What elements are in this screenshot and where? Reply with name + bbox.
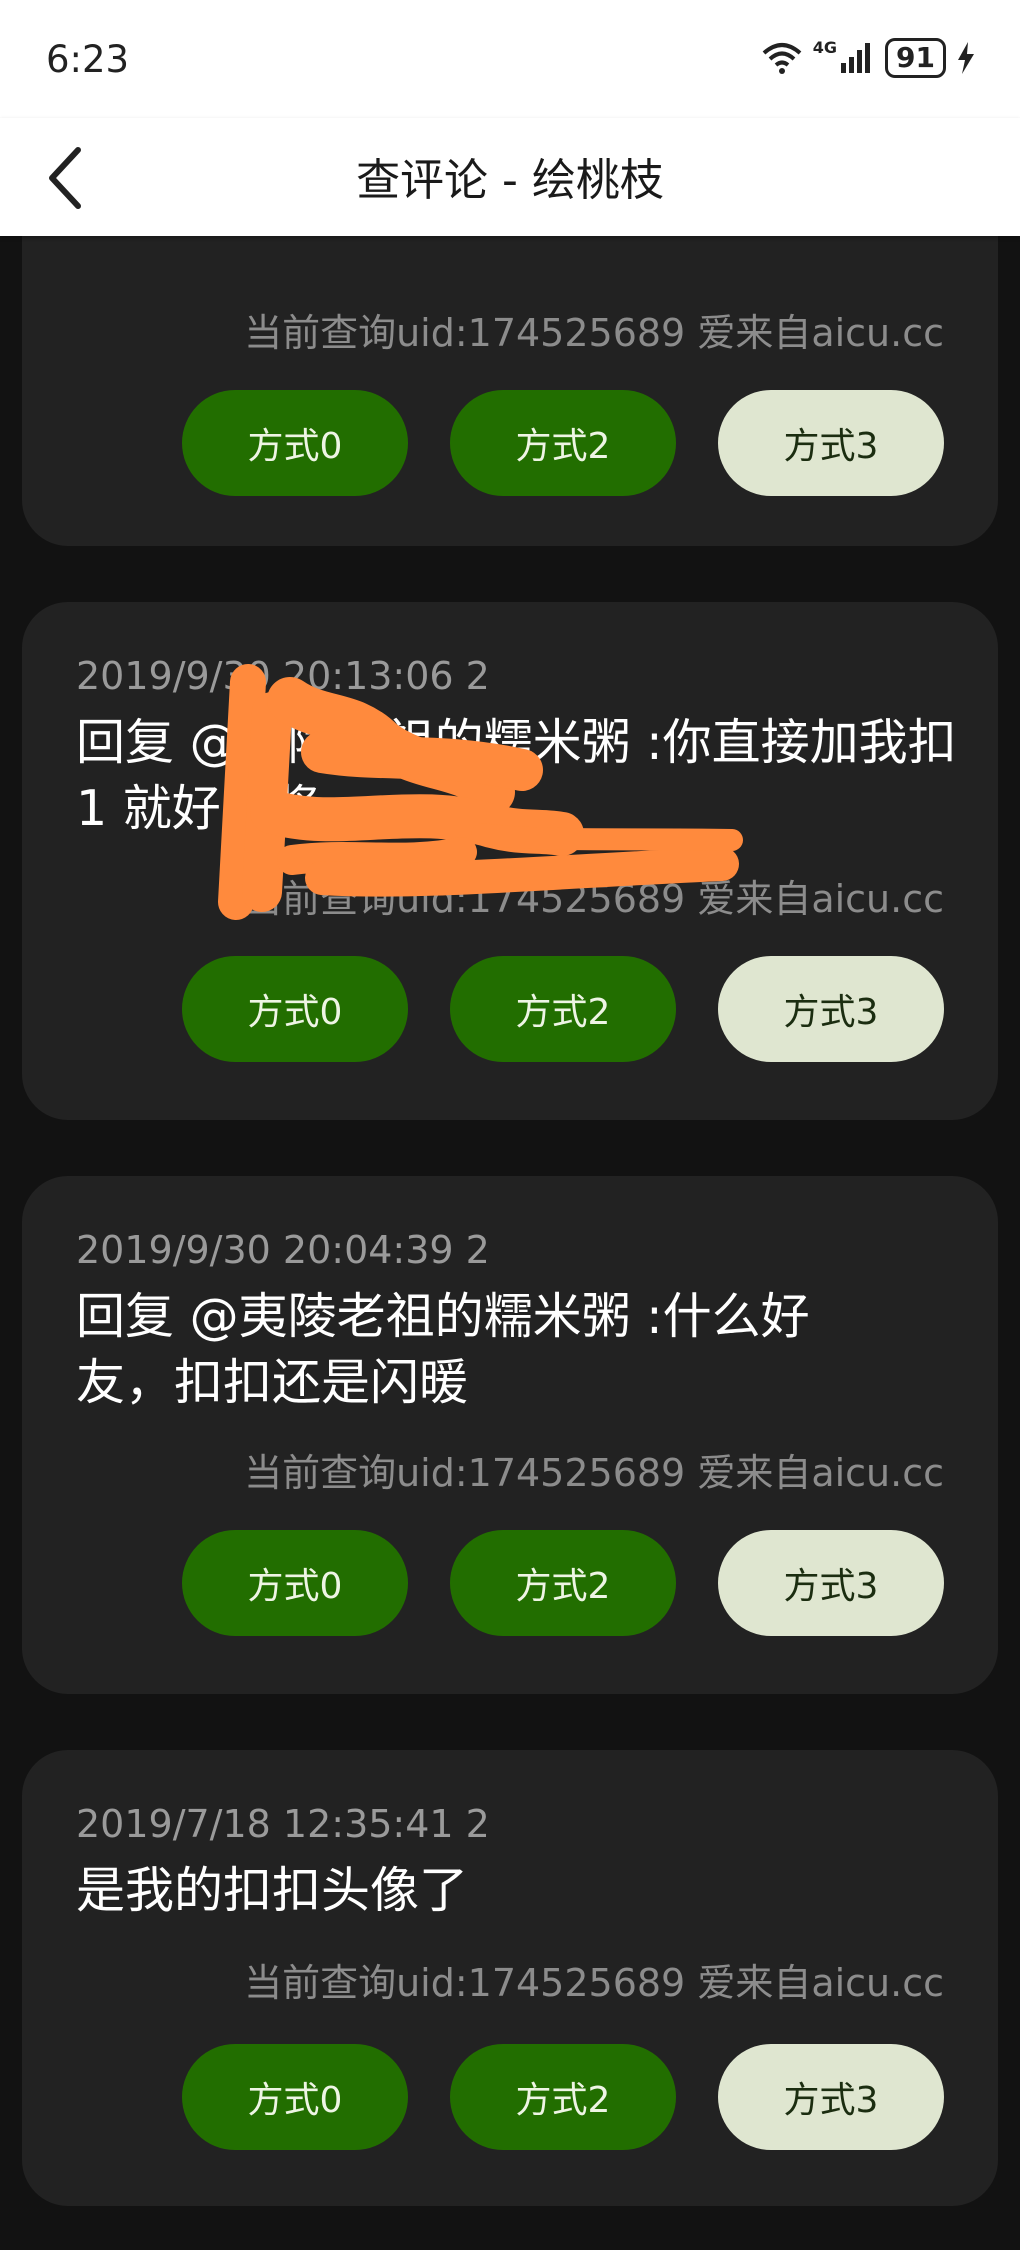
battery-indicator: 91 (885, 38, 946, 78)
comment-timestamp: 2019/9/30 20:13:06 2 (76, 654, 490, 698)
app-bar: 查评论 - 绘桃枝 (0, 118, 1020, 236)
charging-bolt-icon (958, 42, 974, 74)
comment-text: 是我的扣扣头像了 (76, 1862, 469, 1919)
method-0-button[interactable]: 方式0 (182, 1530, 408, 1636)
status-time: 6:23 (46, 38, 130, 81)
method-0-button[interactable]: 方式0 (182, 390, 408, 496)
method-0-button[interactable]: 方式0 (182, 2044, 408, 2150)
method-2-button[interactable]: 方式2 (450, 390, 676, 496)
method-3-button[interactable]: 方式3 (718, 1530, 944, 1636)
status-bar: 6:23 4G 91 (0, 0, 1020, 118)
cellular-signal-icon (841, 43, 871, 73)
method-2-button[interactable]: 方式2 (450, 956, 676, 1062)
wifi-icon (762, 43, 802, 74)
method-3-button[interactable]: 方式3 (718, 956, 944, 1062)
query-source-label: 当前查询uid:174525689 爱来自aicu.cc (244, 311, 944, 355)
comment-card: 2019/7/18 12:35:41 2 是我的扣扣头像了 当前查询uid:17… (22, 1750, 998, 2206)
query-source-label: 当前查询uid:174525689 爱来自aicu.cc (244, 1451, 944, 1495)
comment-text: 20，是我的记录 (76, 236, 966, 246)
network-type-label: 4G (812, 38, 838, 57)
status-icons: 4G 91 (761, 38, 976, 78)
method-3-button[interactable]: 方式3 (718, 2044, 944, 2150)
comment-text: 回复 @夷陵老祖的糯米粥 :什么好友，扣扣还是闪暖 (76, 1288, 810, 1411)
query-source-label: 当前查询uid:174525689 爱来自aicu.cc (244, 1961, 944, 2005)
comment-card: 2019/9/30 20:13:06 2 回复 @夷陵老祖的糯米粥 :你直接加我… (22, 602, 998, 1120)
comment-list[interactable]: 20，是我的记录 当前查询uid:174525689 爱来自aicu.cc 方式… (0, 236, 1020, 2250)
comment-card: 20，是我的记录 当前查询uid:174525689 爱来自aicu.cc 方式… (22, 236, 998, 546)
method-0-button[interactable]: 方式0 (182, 956, 408, 1062)
query-source-label: 当前查询uid:174525689 爱来自aicu.cc (244, 877, 944, 921)
comment-text: 回复 @夷陵老祖的糯米粥 :你直接加我扣1 就好了酱 (76, 714, 957, 837)
comment-timestamp: 2019/9/30 20:04:39 2 (76, 1228, 490, 1272)
method-2-button[interactable]: 方式2 (450, 2044, 676, 2150)
comment-card: 2019/9/30 20:04:39 2 回复 @夷陵老祖的糯米粥 :什么好友，… (22, 1176, 998, 1694)
method-2-button[interactable]: 方式2 (450, 1530, 676, 1636)
page-title: 查评论 - 绘桃枝 (356, 155, 664, 206)
comment-timestamp: 2019/7/18 12:35:41 2 (76, 1802, 490, 1846)
method-3-button[interactable]: 方式3 (718, 390, 944, 496)
